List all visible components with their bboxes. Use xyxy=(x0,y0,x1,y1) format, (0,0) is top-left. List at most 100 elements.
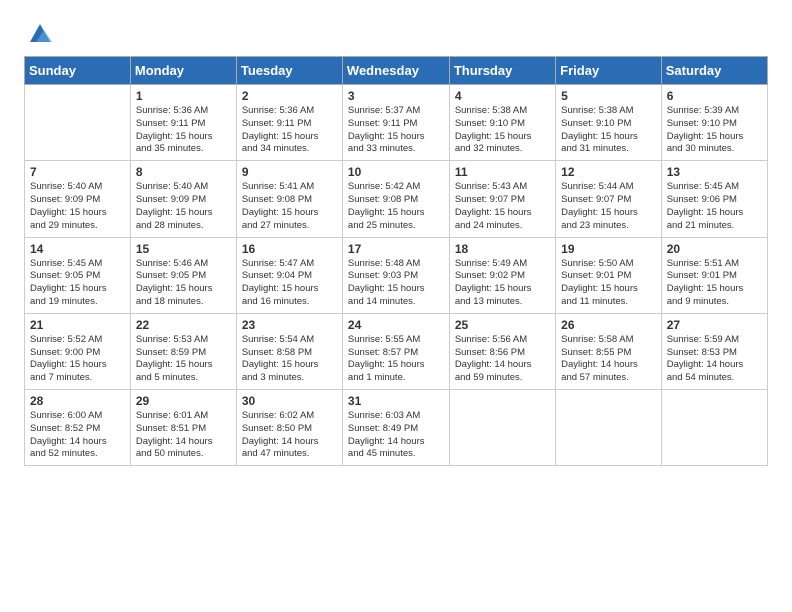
day-number: 23 xyxy=(242,318,337,332)
calendar-cell: 5 Sunrise: 5:38 AM Sunset: 9:10 PM Daylig… xyxy=(556,85,662,161)
day-number: 17 xyxy=(348,242,444,256)
calendar-header-saturday: Saturday xyxy=(661,57,767,85)
calendar-cell: 25 Sunrise: 5:56 AM Sunset: 8:56 PM Dayli… xyxy=(449,313,555,389)
calendar-header-tuesday: Tuesday xyxy=(236,57,342,85)
calendar-cell xyxy=(25,85,131,161)
calendar-cell: 12Sunrise: 5:44 AM Sunset: 9:07 PM Dayli… xyxy=(556,161,662,237)
calendar-cell: 24 Sunrise: 5:55 AM Sunset: 8:57 PM Dayli… xyxy=(342,313,449,389)
calendar-cell: 7 Sunrise: 5:40 AM Sunset: 9:09 PM Daylig… xyxy=(25,161,131,237)
day-info: Sunrise: 5:53 AM Sunset: 8:59 PM Dayligh… xyxy=(136,334,231,385)
calendar-cell: 26 Sunrise: 5:58 AM Sunset: 8:55 PM Dayli… xyxy=(556,313,662,389)
calendar-cell: 1Sunrise: 5:36 AM Sunset: 9:11 PM Daylig… xyxy=(130,85,236,161)
day-info: Sunrise: 5:38 AM Sunset: 9:10 PM Dayligh… xyxy=(561,105,656,156)
day-number: 9 xyxy=(242,165,337,179)
day-info: Sunrise: 5:45 AM Sunset: 9:05 PM Dayligh… xyxy=(30,258,125,309)
day-number: 10 xyxy=(348,165,444,179)
day-info: Sunrise: 5:58 AM Sunset: 8:55 PM Dayligh… xyxy=(561,334,656,385)
day-number: 8 xyxy=(136,165,231,179)
day-info: Sunrise: 5:46 AM Sunset: 9:05 PM Dayligh… xyxy=(136,258,231,309)
calendar-cell: 20 Sunrise: 5:51 AM Sunset: 9:01 PM Dayli… xyxy=(661,237,767,313)
calendar-week-3: 21Sunrise: 5:52 AM Sunset: 9:00 PM Dayli… xyxy=(25,313,768,389)
page: SundayMondayTuesdayWednesdayThursdayFrid… xyxy=(0,0,792,486)
calendar-cell: 8 Sunrise: 5:40 AM Sunset: 9:09 PM Daylig… xyxy=(130,161,236,237)
calendar-cell: 9 Sunrise: 5:41 AM Sunset: 9:08 PM Daylig… xyxy=(236,161,342,237)
day-info: Sunrise: 5:47 AM Sunset: 9:04 PM Dayligh… xyxy=(242,258,337,309)
day-number: 27 xyxy=(667,318,762,332)
calendar-cell: 18Sunrise: 5:49 AM Sunset: 9:02 PM Dayli… xyxy=(449,237,555,313)
day-info: Sunrise: 5:43 AM Sunset: 9:07 PM Dayligh… xyxy=(455,181,550,232)
day-number: 16 xyxy=(242,242,337,256)
day-number: 19 xyxy=(561,242,656,256)
day-info: Sunrise: 5:49 AM Sunset: 9:02 PM Dayligh… xyxy=(455,258,550,309)
day-number: 5 xyxy=(561,89,656,103)
day-number: 31 xyxy=(348,394,444,408)
day-number: 12 xyxy=(561,165,656,179)
calendar-cell: 10Sunrise: 5:42 AM Sunset: 9:08 PM Dayli… xyxy=(342,161,449,237)
day-number: 2 xyxy=(242,89,337,103)
calendar-cell: 19Sunrise: 5:50 AM Sunset: 9:01 PM Dayli… xyxy=(556,237,662,313)
day-number: 15 xyxy=(136,242,231,256)
calendar-cell: 31 Sunrise: 6:03 AM Sunset: 8:49 PM Dayli… xyxy=(342,390,449,466)
day-info: Sunrise: 5:38 AM Sunset: 9:10 PM Dayligh… xyxy=(455,105,550,156)
day-number: 11 xyxy=(455,165,550,179)
logo xyxy=(24,20,54,48)
calendar-cell: 27 Sunrise: 5:59 AM Sunset: 8:53 PM Dayli… xyxy=(661,313,767,389)
calendar-cell: 14Sunrise: 5:45 AM Sunset: 9:05 PM Dayli… xyxy=(25,237,131,313)
calendar-cell xyxy=(449,390,555,466)
day-number: 3 xyxy=(348,89,444,103)
day-number: 30 xyxy=(242,394,337,408)
calendar-header-friday: Friday xyxy=(556,57,662,85)
day-info: Sunrise: 5:39 AM Sunset: 9:10 PM Dayligh… xyxy=(667,105,762,156)
calendar-week-0: 1Sunrise: 5:36 AM Sunset: 9:11 PM Daylig… xyxy=(25,85,768,161)
calendar-cell: 15 Sunrise: 5:46 AM Sunset: 9:05 PM Dayli… xyxy=(130,237,236,313)
calendar-header-sunday: Sunday xyxy=(25,57,131,85)
day-number: 21 xyxy=(30,318,125,332)
day-info: Sunrise: 5:56 AM Sunset: 8:56 PM Dayligh… xyxy=(455,334,550,385)
day-info: Sunrise: 5:45 AM Sunset: 9:06 PM Dayligh… xyxy=(667,181,762,232)
calendar-cell: 22 Sunrise: 5:53 AM Sunset: 8:59 PM Dayli… xyxy=(130,313,236,389)
calendar-cell: 16 Sunrise: 5:47 AM Sunset: 9:04 PM Dayli… xyxy=(236,237,342,313)
calendar-week-4: 28 Sunrise: 6:00 AM Sunset: 8:52 PM Dayli… xyxy=(25,390,768,466)
calendar-cell: 13 Sunrise: 5:45 AM Sunset: 9:06 PM Dayli… xyxy=(661,161,767,237)
day-number: 13 xyxy=(667,165,762,179)
day-number: 24 xyxy=(348,318,444,332)
calendar-cell xyxy=(661,390,767,466)
calendar-header-wednesday: Wednesday xyxy=(342,57,449,85)
day-info: Sunrise: 6:03 AM Sunset: 8:49 PM Dayligh… xyxy=(348,410,444,461)
day-info: Sunrise: 5:59 AM Sunset: 8:53 PM Dayligh… xyxy=(667,334,762,385)
day-number: 6 xyxy=(667,89,762,103)
day-info: Sunrise: 6:00 AM Sunset: 8:52 PM Dayligh… xyxy=(30,410,125,461)
day-number: 7 xyxy=(30,165,125,179)
calendar-header-thursday: Thursday xyxy=(449,57,555,85)
day-info: Sunrise: 6:02 AM Sunset: 8:50 PM Dayligh… xyxy=(242,410,337,461)
calendar-header-row: SundayMondayTuesdayWednesdayThursdayFrid… xyxy=(25,57,768,85)
day-info: Sunrise: 5:41 AM Sunset: 9:08 PM Dayligh… xyxy=(242,181,337,232)
logo-icon xyxy=(26,20,54,48)
calendar-table: SundayMondayTuesdayWednesdayThursdayFrid… xyxy=(24,56,768,466)
calendar-cell: 21Sunrise: 5:52 AM Sunset: 9:00 PM Dayli… xyxy=(25,313,131,389)
calendar-cell: 6 Sunrise: 5:39 AM Sunset: 9:10 PM Daylig… xyxy=(661,85,767,161)
day-number: 26 xyxy=(561,318,656,332)
calendar-cell: 11 Sunrise: 5:43 AM Sunset: 9:07 PM Dayli… xyxy=(449,161,555,237)
day-info: Sunrise: 5:48 AM Sunset: 9:03 PM Dayligh… xyxy=(348,258,444,309)
day-number: 22 xyxy=(136,318,231,332)
header xyxy=(24,20,768,48)
day-info: Sunrise: 5:40 AM Sunset: 9:09 PM Dayligh… xyxy=(136,181,231,232)
calendar-cell: 4Sunrise: 5:38 AM Sunset: 9:10 PM Daylig… xyxy=(449,85,555,161)
calendar-header-monday: Monday xyxy=(130,57,236,85)
day-info: Sunrise: 5:55 AM Sunset: 8:57 PM Dayligh… xyxy=(348,334,444,385)
day-info: Sunrise: 5:51 AM Sunset: 9:01 PM Dayligh… xyxy=(667,258,762,309)
day-number: 25 xyxy=(455,318,550,332)
day-number: 28 xyxy=(30,394,125,408)
calendar-cell: 2Sunrise: 5:36 AM Sunset: 9:11 PM Daylig… xyxy=(236,85,342,161)
day-number: 1 xyxy=(136,89,231,103)
day-info: Sunrise: 5:40 AM Sunset: 9:09 PM Dayligh… xyxy=(30,181,125,232)
day-number: 29 xyxy=(136,394,231,408)
day-info: Sunrise: 5:54 AM Sunset: 8:58 PM Dayligh… xyxy=(242,334,337,385)
calendar-cell xyxy=(556,390,662,466)
calendar-week-2: 14Sunrise: 5:45 AM Sunset: 9:05 PM Dayli… xyxy=(25,237,768,313)
calendar-week-1: 7 Sunrise: 5:40 AM Sunset: 9:09 PM Daylig… xyxy=(25,161,768,237)
calendar-cell: 28 Sunrise: 6:00 AM Sunset: 8:52 PM Dayli… xyxy=(25,390,131,466)
day-info: Sunrise: 6:01 AM Sunset: 8:51 PM Dayligh… xyxy=(136,410,231,461)
day-number: 20 xyxy=(667,242,762,256)
